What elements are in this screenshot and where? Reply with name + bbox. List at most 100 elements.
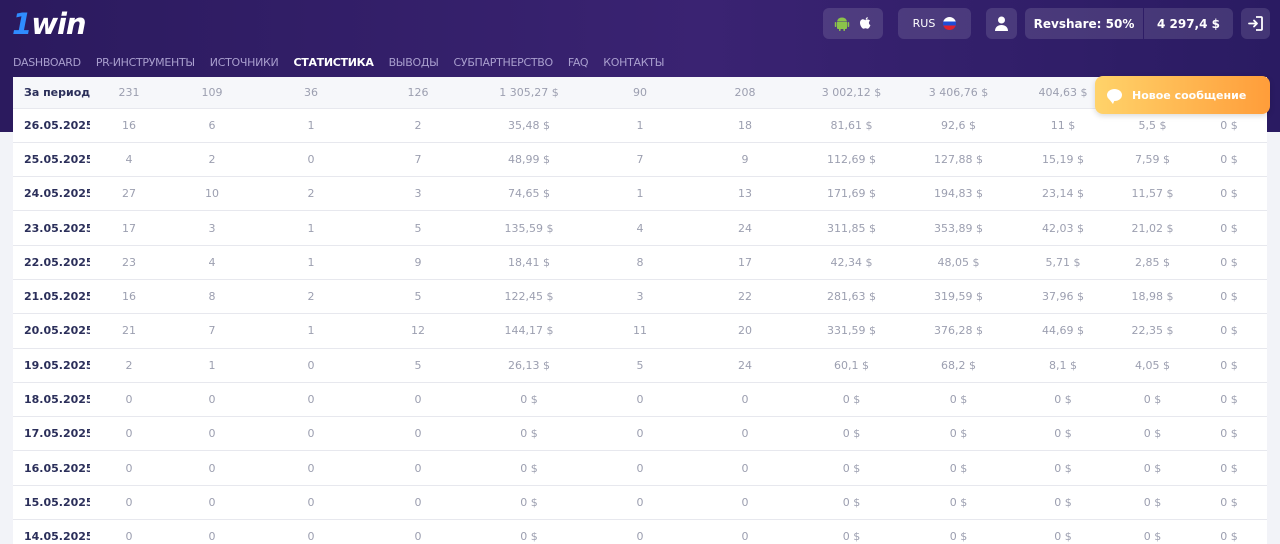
table-cell: 20 [692, 313, 798, 349]
table-cell: 0 [256, 450, 366, 486]
nav-payouts[interactable]: ВЫВОДЫ [389, 56, 439, 70]
nav-sources[interactable]: ИСТОЧНИКИ [210, 56, 279, 70]
table-cell: 60,1 $ [798, 348, 905, 383]
new-message-toast[interactable]: Новое сообщение [1095, 76, 1270, 114]
toast-message: Новое сообщение [1132, 88, 1247, 102]
row-date: 22.05.2025 [13, 245, 90, 280]
table-cell: 0 [692, 485, 798, 521]
russia-flag-icon [943, 17, 957, 30]
table-cell: 8 [168, 279, 256, 315]
table-cell: 3 406,76 $ [905, 77, 1012, 109]
nav-faq[interactable]: FAQ [568, 56, 589, 70]
table-cell: 4 [168, 245, 256, 280]
table-cell: 0 [90, 519, 168, 544]
table-cell: 0 [168, 450, 256, 486]
table-cell: 0 $ [1191, 519, 1267, 544]
table-cell: 0 $ [1191, 348, 1267, 383]
apps-button[interactable] [823, 8, 883, 39]
table-cell: 0 [692, 416, 798, 452]
table-cell: 0 $ [1191, 279, 1267, 315]
table-cell: 10 [168, 176, 256, 212]
apple-icon[interactable] [858, 16, 873, 32]
table-cell: 8 [588, 245, 692, 280]
table-cell: 0 [692, 519, 798, 544]
user-icon [995, 16, 1008, 31]
table-cell: 376,28 $ [905, 313, 1012, 349]
table-cell: 48,05 $ [905, 245, 1012, 280]
table-cell: 7,59 $ [1114, 142, 1191, 178]
table-cell: 0 [90, 416, 168, 452]
row-date: 14.05.2025 [13, 519, 90, 544]
period-label: За период [13, 77, 90, 109]
chat-bubble-icon [1107, 89, 1122, 104]
row-date: 18.05.2025 [13, 382, 90, 418]
table-cell: 0 [168, 485, 256, 521]
android-icon[interactable] [834, 16, 850, 32]
table-row: 17.05.2025 0 0 0 0 0 $0 0 0 $0 $0 $0 $0 $ [13, 416, 1267, 452]
table-row: 20.05.2025 21 7 1 12 144,17 $11 20 331,59 $376,… [13, 313, 1267, 349]
table-cell: 0 [168, 416, 256, 452]
table-cell: 0 [256, 519, 366, 544]
balance-badge[interactable]: 4 297,4 $ [1144, 8, 1233, 39]
nav-dashboard[interactable]: DASHBOARD [13, 56, 81, 70]
nav-contacts[interactable]: КОНТАКТЫ [603, 56, 664, 70]
main-nav: DASHBOARD PR-ИНСТРУМЕНТЫ ИСТОЧНИКИ СТАТИ… [13, 56, 679, 70]
table-row: 21.05.2025 16 8 2 5 122,45 $3 22 281,63 $319,59… [13, 279, 1267, 315]
table-cell: 0 [588, 485, 692, 521]
nav-statistics[interactable]: СТАТИСТИКА [293, 56, 373, 70]
table-cell: 0 $ [798, 382, 905, 418]
table-cell: 0 $ [798, 519, 905, 544]
logout-button[interactable] [1241, 8, 1270, 39]
table-cell: 0 $ [1191, 450, 1267, 486]
table-cell: 0 $ [470, 519, 588, 544]
table-cell: 37,96 $ [1012, 279, 1114, 315]
table-cell: 319,59 $ [905, 279, 1012, 315]
row-date: 19.05.2025 [13, 348, 90, 383]
table-cell: 0 [366, 450, 470, 486]
table-cell: 0 [90, 485, 168, 521]
table-cell: 0 [588, 382, 692, 418]
table-cell: 3 [588, 279, 692, 315]
table-cell: 194,83 $ [905, 176, 1012, 212]
profile-button[interactable] [986, 8, 1017, 39]
table-row: 22.05.2025 23 4 1 9 18,41 $8 17 42,34 $48,05 $5… [13, 245, 1267, 280]
table-cell: 311,85 $ [798, 210, 905, 246]
table-cell: 24 [692, 348, 798, 383]
language-selector[interactable]: RUS [898, 8, 971, 39]
table-cell: 22,35 $ [1114, 313, 1191, 349]
nav-subpartnership[interactable]: СУБПАРТНЕРСТВО [454, 56, 554, 70]
revshare-badge: Revshare: 50% [1025, 8, 1143, 39]
table-cell: 0 [256, 382, 366, 418]
table-cell: 4,05 $ [1114, 348, 1191, 383]
table-cell: 0 $ [1114, 519, 1191, 544]
row-date: 16.05.2025 [13, 450, 90, 486]
brand-logo[interactable]: 1win [12, 6, 87, 42]
table-cell: 21,02 $ [1114, 210, 1191, 246]
table-cell: 22 [692, 279, 798, 315]
row-date: 15.05.2025 [13, 485, 90, 521]
table-cell: 4 [588, 210, 692, 246]
table-cell: 11 [588, 313, 692, 349]
table-cell: 0 $ [470, 382, 588, 418]
table-cell: 0 $ [1012, 382, 1114, 418]
table-cell: 231 [90, 77, 168, 109]
table-cell: 0 [90, 450, 168, 486]
table-cell: 0 $ [1191, 245, 1267, 280]
table-cell: 2 [366, 108, 470, 143]
table-row: 18.05.2025 0 0 0 0 0 $0 0 0 $0 $0 $0 $0 $ [13, 382, 1267, 418]
table-cell: 7 [168, 313, 256, 349]
nav-pr-tools[interactable]: PR-ИНСТРУМЕНТЫ [96, 56, 195, 70]
table-cell: 9 [692, 142, 798, 178]
table-cell: 0 $ [905, 450, 1012, 486]
table-cell: 1 [168, 348, 256, 383]
table-cell: 16 [90, 108, 168, 143]
row-date: 17.05.2025 [13, 416, 90, 452]
table-cell: 0 $ [905, 519, 1012, 544]
row-date: 24.05.2025 [13, 176, 90, 212]
table-cell: 353,89 $ [905, 210, 1012, 246]
table-cell: 18,98 $ [1114, 279, 1191, 315]
table-cell: 11,57 $ [1114, 176, 1191, 212]
table-cell: 0 $ [905, 416, 1012, 452]
table-row: 14.05.2025 0 0 0 0 0 $0 0 0 $0 $0 $0 $0 $ [13, 519, 1267, 544]
table-row: 15.05.2025 0 0 0 0 0 $0 0 0 $0 $0 $0 $0 $ [13, 485, 1267, 521]
